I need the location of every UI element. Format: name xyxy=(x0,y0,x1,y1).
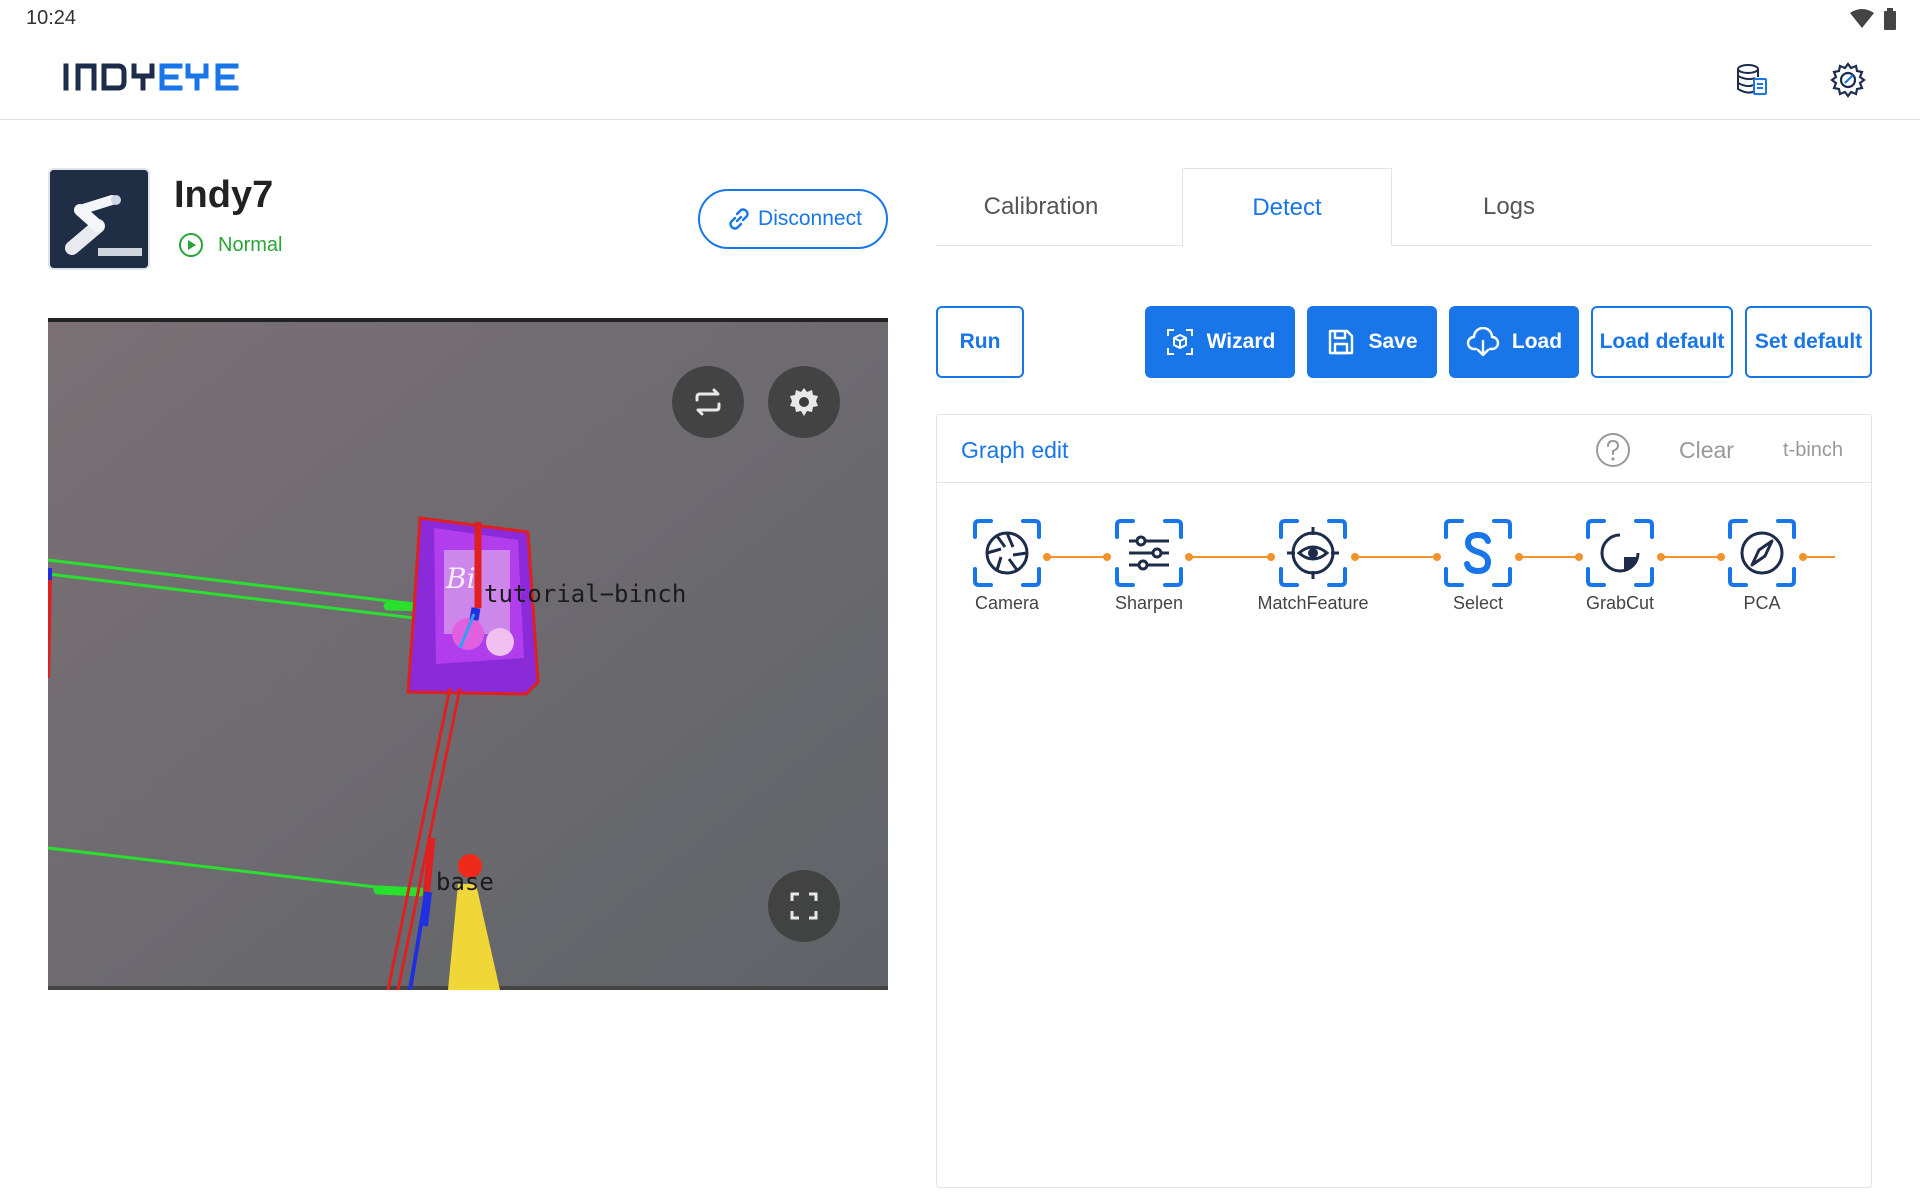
graph-title: Graph edit xyxy=(961,437,1069,463)
refresh-icon xyxy=(695,388,721,416)
fullscreen-button[interactable] xyxy=(768,870,840,942)
run-button[interactable]: Run xyxy=(936,306,1024,378)
settings-button[interactable] xyxy=(1824,56,1872,104)
camera-aperture-icon xyxy=(973,519,1041,587)
fullscreen-icon xyxy=(790,892,818,920)
node-grabcut[interactable]: GrabCut xyxy=(1560,517,1680,614)
eye-target-icon xyxy=(1279,519,1347,587)
database-log-button[interactable] xyxy=(1728,56,1776,104)
sliders-icon xyxy=(1115,519,1183,587)
node-camera[interactable]: Camera xyxy=(947,517,1067,614)
robot-status-text: Normal xyxy=(218,233,283,256)
gear-icon xyxy=(790,388,818,416)
set-default-button[interactable]: Set default xyxy=(1745,306,1872,378)
svg-text:Bi: Bi xyxy=(445,562,476,595)
link-icon xyxy=(729,208,749,230)
status-bar: 10:24 xyxy=(0,0,1920,38)
run-label: Run xyxy=(959,330,1001,353)
graph-edit-panel: Graph edit Clear t-binch Camera Sharpen … xyxy=(936,414,1872,1188)
system-icons xyxy=(1850,8,1896,30)
wizard-cube-icon xyxy=(1166,329,1193,355)
main-tabs: Calibration Detect Logs xyxy=(936,168,1872,247)
camera-view[interactable]: Bi tutorial−binch base xyxy=(48,318,888,990)
database-doc-icon xyxy=(1737,64,1767,95)
wizard-button[interactable]: Wizard xyxy=(1145,306,1295,378)
play-circle-icon xyxy=(179,233,203,257)
node-pca-label: PCA xyxy=(1743,593,1781,613)
set-default-label: Set default xyxy=(1754,330,1863,353)
robot-status: Normal xyxy=(178,232,282,258)
node-camera-label: Camera xyxy=(974,593,1040,613)
gear-wrench-icon xyxy=(1830,62,1866,98)
select-s-icon xyxy=(1444,519,1512,587)
graph-flow: Camera Sharpen MatchFeature Select GrabC… xyxy=(937,483,1871,623)
grabcut-icon xyxy=(1586,519,1654,587)
node-matchfeature[interactable]: MatchFeature xyxy=(1253,517,1373,614)
profile-name: t-binch xyxy=(1783,439,1844,461)
save-button[interactable]: Save xyxy=(1307,306,1437,378)
node-sharpen[interactable]: Sharpen xyxy=(1089,517,1209,614)
robot-avatar xyxy=(48,168,150,270)
tab-logs[interactable]: Logs xyxy=(1404,168,1614,246)
tab-detect[interactable]: Detect xyxy=(1182,168,1392,247)
disconnect-label: Disconnect xyxy=(758,207,862,230)
node-matchfeature-label: MatchFeature xyxy=(1257,593,1369,613)
save-label: Save xyxy=(1368,330,1418,353)
overlay-base-label: base xyxy=(436,868,494,896)
node-pca[interactable]: PCA xyxy=(1702,517,1822,614)
load-label: Load xyxy=(1511,330,1563,353)
load-default-button[interactable]: Load default xyxy=(1591,306,1733,378)
clock: 10:24 xyxy=(26,7,77,29)
wizard-label: Wizard xyxy=(1206,330,1276,353)
battery-icon xyxy=(1884,8,1896,30)
node-sharpen-label: Sharpen xyxy=(1114,593,1184,613)
node-grabcut-label: GrabCut xyxy=(1585,593,1655,613)
clear-button[interactable]: Clear xyxy=(1679,437,1734,464)
camera-settings-button[interactable] xyxy=(768,366,840,438)
switch-camera-button[interactable] xyxy=(672,366,744,438)
floppy-disk-icon xyxy=(1329,329,1354,355)
app-header xyxy=(0,38,1920,120)
disconnect-button[interactable]: Disconnect xyxy=(698,189,888,249)
help-icon[interactable] xyxy=(1595,432,1631,468)
cloud-download-icon xyxy=(1466,327,1500,357)
wifi-icon xyxy=(1850,9,1874,28)
graph-edit-header: Graph edit Clear t-binch xyxy=(937,415,1871,483)
node-select[interactable]: Select xyxy=(1418,517,1538,614)
load-default-label: Load default xyxy=(1599,330,1725,353)
robot-name: Indy7 xyxy=(174,174,274,216)
tab-calibration[interactable]: Calibration xyxy=(936,168,1146,246)
overlay-object-label: tutorial−binch xyxy=(484,580,687,608)
indyeye-logo xyxy=(62,58,242,103)
node-select-label: Select xyxy=(1452,593,1504,613)
load-button[interactable]: Load xyxy=(1449,306,1579,378)
compass-icon xyxy=(1728,519,1796,587)
